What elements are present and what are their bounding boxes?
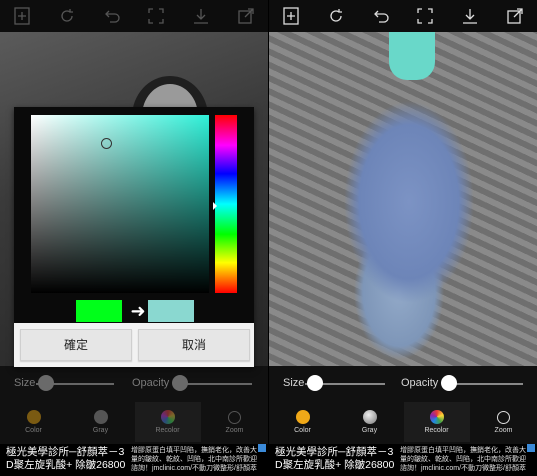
zoom-icon	[228, 410, 241, 424]
opacity-label: Opacity	[401, 377, 439, 389]
color-picker-dialog: ➜ 確定 取消	[14, 107, 254, 367]
toolbar	[269, 0, 537, 32]
nav-color[interactable]: Color	[1, 402, 67, 442]
ad-banner[interactable]: 極光美學診所─舒顏萃－3 D聚左旋乳酸+ 除皺26800 增膠原蛋白填平凹陷，撫…	[269, 444, 537, 476]
hue-slider[interactable]	[215, 115, 237, 293]
fullscreen-icon[interactable]	[414, 5, 436, 27]
nav-label: Gray	[361, 427, 378, 434]
add-image-icon[interactable]	[280, 5, 302, 27]
picker-area: ➜	[14, 107, 254, 323]
app-screens: ➜ 確定 取消 Size Opacity Color Gray Recolor …	[0, 0, 537, 476]
size-label: Size	[14, 377, 36, 389]
opacity-slider-thumb[interactable]	[441, 375, 457, 391]
color-icon	[26, 410, 41, 424]
bottom-nav: Color Gray Recolor Zoom	[269, 402, 537, 442]
nav-label: Recolor	[155, 427, 180, 434]
size-slider-thumb[interactable]	[38, 375, 54, 391]
new-color-swatch	[148, 300, 194, 322]
ad-body[interactable]: 增膠原蛋白填平凹陷，撫銷老化，改善大量的皺紋、乾紋、凹陷，北中南診所歡迎諮詢！j…	[131, 446, 259, 473]
toolbar	[0, 0, 268, 32]
slider-row: Size Opacity	[0, 372, 268, 396]
rotate-icon[interactable]	[325, 5, 347, 27]
old-color-swatch	[76, 300, 122, 322]
nav-label: Zoom	[494, 426, 513, 434]
opacity-label: Opacity	[132, 377, 170, 389]
nav-label: Recolor	[424, 427, 449, 434]
undo-icon[interactable]	[101, 5, 123, 27]
recolor-icon	[160, 410, 175, 424]
nav-gray[interactable]: Gray	[68, 402, 134, 442]
rotate-icon[interactable]	[56, 5, 78, 27]
size-slider-thumb[interactable]	[307, 375, 323, 391]
cancel-button[interactable]: 取消	[138, 329, 250, 361]
color-cursor[interactable]	[101, 138, 112, 149]
size-label: Size	[283, 377, 305, 389]
nav-recolor[interactable]: Recolor	[134, 402, 201, 442]
nav-zoom[interactable]: Zoom	[471, 402, 537, 442]
slider-row: Size Opacity	[269, 372, 537, 396]
nav-gray[interactable]: Gray	[337, 402, 403, 442]
fullscreen-icon[interactable]	[145, 5, 167, 27]
ok-button[interactable]: 確定	[20, 329, 132, 361]
download-icon[interactable]	[459, 5, 481, 27]
opacity-slider-thumb[interactable]	[172, 375, 188, 391]
nav-recolor[interactable]: Recolor	[403, 402, 470, 442]
bubble-tea-cup	[389, 32, 435, 80]
share-icon[interactable]	[235, 5, 257, 27]
gray-icon	[362, 410, 377, 424]
color-icon	[295, 410, 310, 424]
ad-banner[interactable]: 極光美學診所─舒顏萃－3 D聚左旋乳酸+ 除皺26800 增膠原蛋白填平凹陷，撫…	[0, 444, 268, 476]
nav-label: Zoom	[225, 426, 244, 434]
saturation-value-square[interactable]	[31, 115, 209, 293]
recolor-icon	[429, 410, 444, 424]
nav-color[interactable]: Color	[270, 402, 336, 442]
nav-label: Gray	[92, 427, 109, 434]
ad-choices-icon[interactable]	[527, 444, 535, 452]
photo-canvas[interactable]	[269, 32, 537, 366]
ad-body[interactable]: 增膠原蛋白填平凹陷，撫銷老化，改善大量的皺紋、乾紋、凹陷，北中南診所歡迎諮詢！j…	[400, 446, 528, 473]
ad-title[interactable]: 極光美學診所─舒顏萃－3 D聚左旋乳酸+ 除皺26800	[6, 446, 126, 472]
bottom-nav: Color Gray Recolor Zoom	[0, 402, 268, 442]
right-screen: Size Opacity Color Gray Recolor Zoom 極光美…	[269, 0, 537, 476]
ad-choices-icon[interactable]	[258, 444, 266, 452]
nav-zoom[interactable]: Zoom	[202, 402, 268, 442]
zoom-icon	[497, 410, 510, 424]
nav-label: Color	[294, 427, 311, 434]
hue-marker[interactable]	[213, 202, 217, 210]
arrow-right-icon: ➜	[130, 301, 146, 321]
ad-title[interactable]: 極光美學診所─舒顏萃－3 D聚左旋乳酸+ 除皺26800	[275, 446, 395, 472]
download-icon[interactable]	[190, 5, 212, 27]
left-screen: ➜ 確定 取消 Size Opacity Color Gray Recolor …	[0, 0, 268, 476]
nav-label: Color	[25, 427, 42, 434]
share-icon[interactable]	[504, 5, 526, 27]
add-image-icon[interactable]	[11, 5, 33, 27]
gray-icon	[93, 410, 108, 424]
undo-icon[interactable]	[370, 5, 392, 27]
